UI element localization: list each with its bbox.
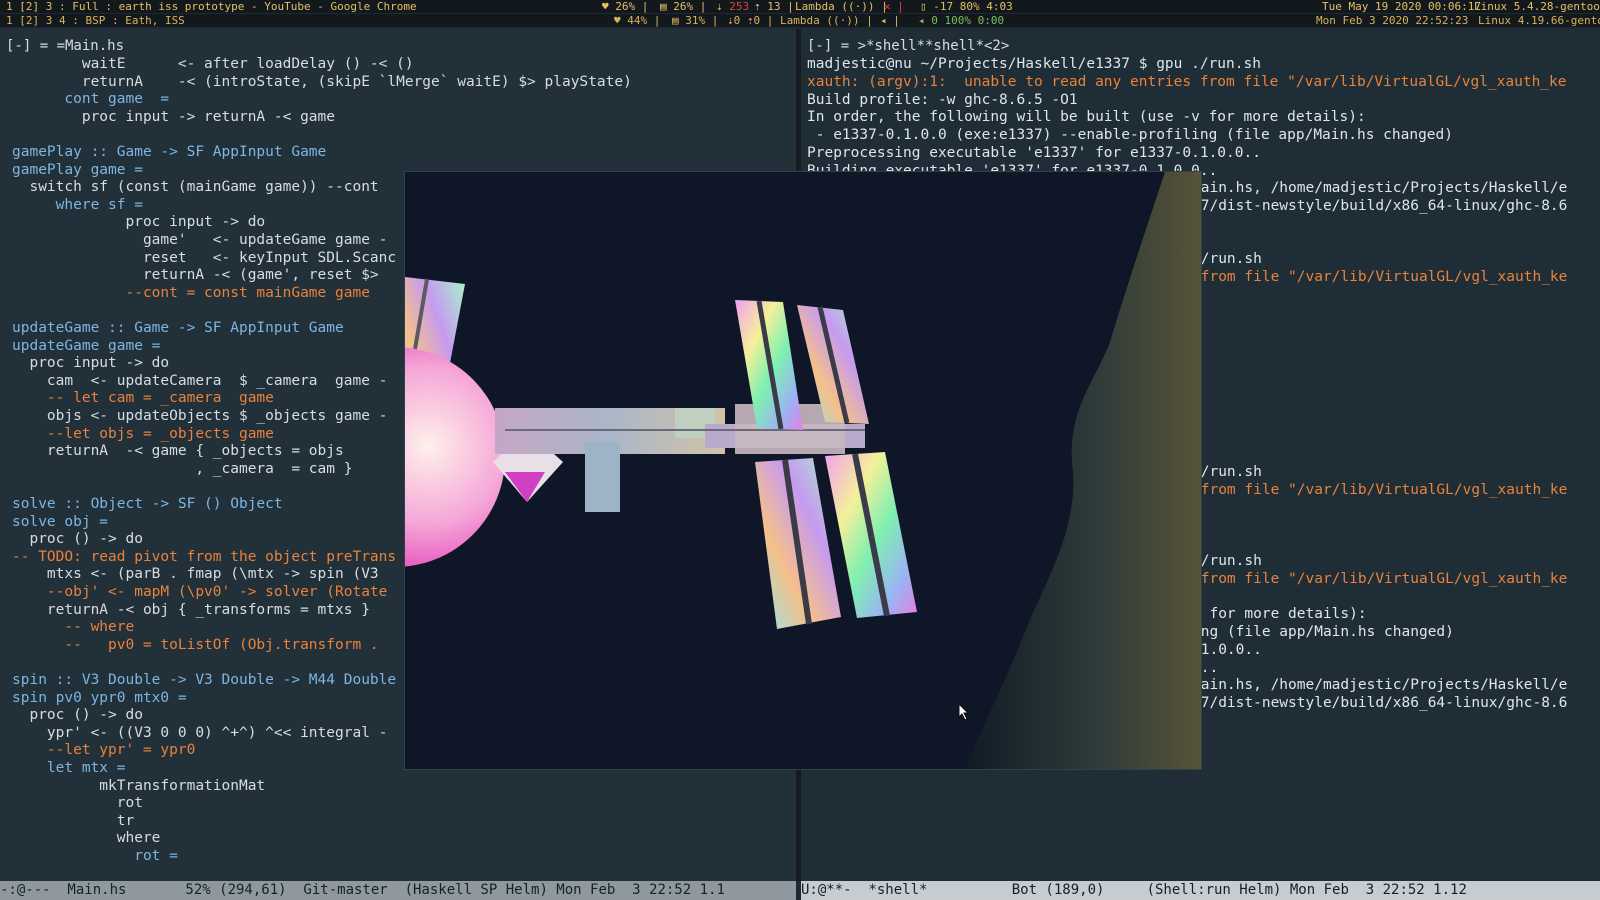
volume-indicator: ◂ |	[880, 14, 900, 27]
kernel-version-2: Linux 4.19.66-gentoo	[1478, 14, 1600, 27]
code-line[interactable]: objs <- updateObjects $ _objects game -	[12, 407, 387, 425]
code-line[interactable]: returnA -< (game', reset $>	[12, 266, 387, 284]
secondary-status-bar: 1 [2] 3 4 : BSP : Eath, ISS ♥ 44% | ▤ 31…	[0, 14, 1600, 27]
shell-line[interactable]: ing (file app/Main.hs changed)	[1192, 623, 1454, 641]
code-line[interactable]: proc () -> do	[12, 706, 143, 724]
shell-line[interactable]: Preprocessing executable 'e1337' for e13…	[807, 144, 1261, 162]
kernel-version: Linux 5.4.28-gentoo	[1474, 0, 1600, 13]
shell-line[interactable]: 37/dist-newstyle/build/x86_64-linux/ghc-…	[1192, 694, 1567, 712]
shell-line[interactable]: Build profile: -w ghc-8.6.5 -O1	[807, 91, 1078, 109]
battery-indicator-2: ◂ 0 100% 0:00	[918, 14, 1005, 27]
code-line[interactable]: mkTransformationMat	[12, 777, 265, 795]
code-line[interactable]: --cont = const mainGame game	[12, 284, 369, 302]
workspace-window-title[interactable]: 1 [2] 3 : Full : earth iss prototype - Y…	[6, 0, 417, 13]
workspace-layout-title[interactable]: 1 [2] 3 4 : BSP : Eath, ISS	[6, 14, 185, 27]
code-line[interactable]: switch sf (const (mainGame game)) --cont	[12, 178, 378, 196]
code-line[interactable]: -- let cam = _camera game	[12, 389, 274, 407]
shell-line[interactable]: from file "/var/lib/VirtualGL/vgl_xauth_…	[1192, 481, 1568, 499]
code-line[interactable]: -- TODO: read pivot from the object preT…	[12, 548, 396, 566]
editor-mode-line: -:@--- Main.hs 52% (294,61) Git-master (…	[0, 881, 796, 900]
clock-2: Mon Feb 3 2020 22:52:23	[1316, 14, 1469, 27]
iss-render-window[interactable]	[404, 171, 1202, 770]
shell-line[interactable]: Main.hs, /home/madjestic/Projects/Haskel…	[1192, 676, 1567, 694]
download-count: 253	[729, 0, 750, 13]
code-line[interactable]: rot =	[12, 847, 178, 865]
code-line[interactable]: -- pv0 = toListOf (Obj.transform .	[12, 636, 378, 654]
code-line[interactable]: spin pv0 ypr0 mtx0 =	[12, 689, 187, 707]
cpu-indicator: ♥ 26% |	[602, 0, 649, 13]
editor-buffer-header: [-] = =Main.hs	[6, 38, 125, 54]
shell-line[interactable]: madjestic@nu ~/Projects/Haskell/e1337 $ …	[807, 55, 1261, 73]
code-line[interactable]: tr	[12, 812, 134, 830]
code-line[interactable]: returnA -< (introState, (skipE `lMerge` …	[12, 73, 632, 91]
code-line[interactable]: gamePlay :: Game -> SF AppInput Game	[12, 143, 326, 161]
code-line[interactable]: , _camera = cam }	[12, 460, 352, 478]
shell-mode-line: U:@**- *shell* Bot (189,0) (Shell:run He…	[801, 881, 1600, 900]
shell-line[interactable]: ./run.sh	[1192, 463, 1262, 481]
memory-indicator-2: ▤ 31% |	[672, 14, 719, 27]
code-line[interactable]: gamePlay game =	[12, 161, 143, 179]
memory-indicator: ▤ 26% |	[660, 0, 707, 13]
network-indicator-2: ⇣0 ⇡0 | Lambda ((·)) |	[727, 14, 873, 27]
shell-line[interactable]: ./run.sh	[1192, 552, 1262, 570]
code-line[interactable]: solve obj =	[12, 513, 108, 531]
shell-line[interactable]: .1.0.0..	[1192, 641, 1262, 659]
truss-module	[585, 442, 620, 512]
cpu-indicator-2: ♥ 44% |	[614, 14, 661, 27]
code-line[interactable]: cam <- updateCamera $ _camera game -	[12, 372, 387, 390]
code-line[interactable]: cont game =	[12, 90, 169, 108]
upload-indicator: ⇡ 13 |	[754, 0, 794, 13]
mute-icon[interactable]: ✕ |	[884, 0, 904, 13]
code-line[interactable]: reset <- keyInput SDL.Scanc	[12, 249, 396, 267]
code-line[interactable]: waitE <- after loadDelay () -< ()	[12, 55, 414, 73]
code-line[interactable]: solve :: Object -> SF () Object	[12, 495, 283, 513]
shell-line[interactable]: xauth: (argv):1: unable to read any entr…	[807, 73, 1567, 91]
shell-line[interactable]: - e1337-0.1.0.0 (exe:e1337) --enable-pro…	[807, 126, 1453, 144]
code-line[interactable]: returnA -< obj { _transforms = mtxs }	[12, 601, 370, 619]
shell-line[interactable]: from file "/var/lib/VirtualGL/vgl_xauth_…	[1192, 268, 1568, 286]
iss-scene	[405, 172, 1201, 769]
code-line[interactable]: game' <- updateGame game -	[12, 231, 387, 249]
shell-buffer-header: [-] = >*shell**shell*<2>	[807, 38, 1010, 54]
code-line[interactable]: proc input -> do	[12, 354, 169, 372]
code-line[interactable]: returnA -< game { _objects = objs	[12, 442, 344, 460]
code-line[interactable]: let mtx =	[12, 759, 126, 777]
code-line[interactable]: ypr' <- ((V3 0 0 0) ^+^) ^<< integral -	[12, 724, 387, 742]
download-indicator: ⇣ 253	[716, 0, 750, 13]
code-line[interactable]: updateGame game =	[12, 337, 160, 355]
code-line[interactable]: --let objs = _objects game	[12, 425, 274, 443]
code-line[interactable]: --obj' <- mapM (\pv0' -> solver (Rotate	[12, 583, 387, 601]
shell-line[interactable]: v for more details):	[1192, 605, 1367, 623]
shell-line[interactable]: from file "/var/lib/VirtualGL/vgl_xauth_…	[1192, 570, 1568, 588]
code-line[interactable]: proc () -> do	[12, 530, 143, 548]
code-line[interactable]: where sf =	[12, 196, 143, 214]
code-line[interactable]: -- where	[12, 618, 134, 636]
code-line[interactable]: proc input -> returnA -< game	[12, 108, 335, 126]
network-indicator: Lambda ((·)) |	[795, 0, 888, 13]
code-line[interactable]: where	[12, 829, 161, 847]
upload-count: 13	[767, 0, 781, 13]
clock: Tue May 19 2020 00:06:17	[1322, 0, 1481, 13]
code-line[interactable]: proc input -> do	[12, 213, 265, 231]
shell-line[interactable]: ./run.sh	[1192, 250, 1262, 268]
top-status-bar: 1 [2] 3 : Full : earth iss prototype - Y…	[0, 0, 1600, 13]
battery-indicator: ▯ -17 80% 4:03	[920, 0, 1013, 13]
code-line[interactable]: rot	[12, 794, 143, 812]
code-line[interactable]: spin :: V3 Double -> V3 Double -> M44 Do…	[12, 671, 396, 689]
code-line[interactable]: updateGame :: Game -> SF AppInput Game	[12, 319, 344, 337]
shell-line[interactable]: In order, the following will be built (u…	[807, 108, 1366, 126]
code-line[interactable]: --let ypr' = ypr0	[12, 741, 195, 759]
shell-line[interactable]: Main.hs, /home/madjestic/Projects/Haskel…	[1192, 179, 1567, 197]
shell-line[interactable]: 37/dist-newstyle/build/x86_64-linux/ghc-…	[1192, 197, 1567, 215]
mouse-pointer-icon	[958, 703, 970, 721]
code-line[interactable]: mtxs <- (parB . fmap (\mtx -> spin (V3	[12, 565, 387, 583]
